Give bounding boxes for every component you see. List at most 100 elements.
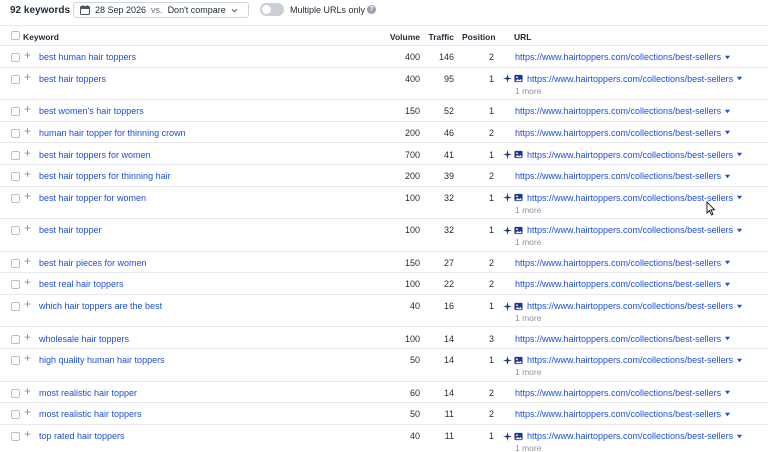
column-volume[interactable]: Volume — [384, 32, 420, 42]
add-keyword-icon[interactable]: + — [24, 147, 31, 159]
add-keyword-icon[interactable]: + — [24, 428, 31, 440]
multiple-urls-toggle[interactable] — [260, 3, 284, 16]
add-keyword-icon[interactable]: + — [24, 255, 31, 267]
row-checkbox[interactable] — [11, 107, 20, 117]
url-link[interactable]: https://www.hairtoppers.com/collections/… — [515, 409, 721, 419]
row-checkbox[interactable] — [11, 356, 20, 366]
add-keyword-icon[interactable]: + — [24, 71, 31, 83]
add-keyword-icon[interactable]: + — [24, 190, 31, 202]
url-link[interactable]: https://www.hairtoppers.com/collections/… — [515, 388, 721, 398]
row-checkbox[interactable] — [11, 226, 20, 236]
url-cell: https://www.hairtoppers.com/collections/… — [515, 128, 731, 138]
url-link[interactable]: https://www.hairtoppers.com/collections/… — [515, 128, 721, 138]
chevron-down-icon[interactable] — [736, 357, 743, 364]
more-urls-link[interactable]: 1 more — [515, 237, 541, 247]
keyword-link[interactable]: top rated hair toppers — [39, 431, 125, 441]
add-keyword-icon[interactable]: + — [24, 385, 31, 397]
more-urls-link[interactable]: 1 more — [515, 86, 541, 96]
column-position[interactable]: Position — [462, 32, 496, 42]
table-row: + best hair topper for women 100 32 1 https:/… — [0, 187, 768, 220]
chevron-down-icon[interactable] — [736, 194, 743, 201]
url-link[interactable]: https://www.hairtoppers.com/collections/… — [515, 106, 721, 116]
select-all-checkbox[interactable] — [11, 31, 20, 40]
add-keyword-icon[interactable]: + — [24, 352, 31, 364]
more-urls-link[interactable]: 1 more — [515, 367, 541, 377]
chevron-down-icon[interactable] — [724, 108, 731, 115]
keyword-link[interactable]: best hair topper for women — [39, 193, 146, 203]
date-compare-button[interactable]: 28 Sep 2026 vs. Don't compare — [73, 2, 249, 18]
url-link[interactable]: https://www.hairtoppers.com/collections/… — [527, 355, 733, 365]
keyword-link[interactable]: best hair toppers for thinning hair — [39, 171, 171, 181]
add-keyword-icon[interactable]: + — [24, 406, 31, 418]
keyword-link[interactable]: most realistic hair toppers — [39, 409, 142, 419]
row-checkbox[interactable] — [11, 193, 20, 203]
column-traffic[interactable]: Traffic — [424, 32, 454, 42]
url-link[interactable]: https://www.hairtoppers.com/collections/… — [527, 225, 733, 235]
chevron-down-icon[interactable] — [724, 259, 731, 266]
add-keyword-icon[interactable]: + — [24, 298, 31, 310]
url-link[interactable]: https://www.hairtoppers.com/collections/… — [527, 74, 733, 84]
row-checkbox[interactable] — [11, 74, 20, 84]
url-link[interactable]: https://www.hairtoppers.com/collections/… — [515, 171, 721, 181]
keyword-link[interactable]: best women's hair toppers — [39, 106, 144, 116]
add-keyword-icon[interactable]: + — [24, 125, 31, 137]
row-checkbox[interactable] — [11, 410, 20, 420]
url-link[interactable]: https://www.hairtoppers.com/collections/… — [527, 301, 733, 311]
chevron-down-icon[interactable] — [736, 303, 743, 310]
keyword-link[interactable]: wholesale hair toppers — [39, 334, 129, 344]
row-checkbox[interactable] — [11, 388, 20, 398]
chevron-down-icon[interactable] — [724, 129, 731, 136]
chevron-down-icon[interactable] — [736, 227, 743, 234]
add-keyword-icon[interactable]: + — [24, 331, 31, 343]
row-checkbox[interactable] — [11, 53, 20, 62]
column-url[interactable]: URL — [514, 32, 531, 42]
row-checkbox[interactable] — [11, 150, 20, 160]
keyword-link[interactable]: best human hair toppers — [39, 52, 136, 62]
keyword-link[interactable]: human hair topper for thinning crown — [39, 128, 186, 138]
more-urls-link[interactable]: 1 more — [515, 443, 541, 452]
more-urls-link[interactable]: 1 more — [515, 313, 541, 323]
chevron-down-icon[interactable] — [724, 389, 731, 396]
add-keyword-icon[interactable]: + — [24, 103, 31, 115]
url-link[interactable]: https://www.hairtoppers.com/collections/… — [515, 334, 721, 344]
chevron-down-icon[interactable] — [724, 281, 731, 288]
add-keyword-icon[interactable]: + — [24, 168, 31, 180]
traffic-value: 95 — [443, 73, 454, 84]
more-urls-link[interactable]: 1 more — [515, 205, 541, 215]
chevron-down-icon[interactable] — [736, 433, 743, 440]
row-checkbox[interactable] — [11, 432, 20, 441]
chevron-down-icon[interactable] — [724, 411, 731, 418]
url-link[interactable]: https://www.hairtoppers.com/collections/… — [527, 193, 733, 203]
row-checkbox[interactable] — [11, 334, 20, 344]
url-link[interactable]: https://www.hairtoppers.com/collections/… — [527, 150, 733, 160]
url-link[interactable]: https://www.hairtoppers.com/collections/… — [515, 52, 721, 62]
keyword-link[interactable]: best hair toppers for women — [39, 150, 151, 160]
volume-value: 100 — [404, 333, 420, 344]
help-icon[interactable]: ? — [367, 5, 376, 14]
add-keyword-icon[interactable]: + — [24, 49, 31, 61]
chevron-down-icon[interactable] — [736, 75, 743, 82]
chevron-down-icon[interactable] — [724, 335, 731, 342]
row-checkbox[interactable] — [11, 172, 20, 182]
chevron-down-icon[interactable] — [724, 173, 731, 180]
url-link[interactable]: https://www.hairtoppers.com/collections/… — [515, 279, 721, 289]
keyword-link[interactable]: best hair toppers — [39, 74, 106, 84]
url-link[interactable]: https://www.hairtoppers.com/collections/… — [515, 258, 721, 268]
keyword-link[interactable]: best hair pieces for women — [39, 258, 147, 268]
keyword-link[interactable]: best real hair toppers — [39, 279, 124, 289]
row-checkbox[interactable] — [11, 302, 20, 312]
keyword-link[interactable]: which hair toppers are the best — [39, 301, 162, 311]
chevron-down-icon[interactable] — [736, 151, 743, 158]
add-keyword-icon[interactable]: + — [24, 276, 31, 288]
row-checkbox[interactable] — [11, 258, 20, 268]
table-row: + which hair toppers are the best 40 16 1 htt… — [0, 295, 768, 328]
row-checkbox[interactable] — [11, 280, 20, 290]
chevron-down-icon[interactable] — [724, 54, 731, 61]
url-link[interactable]: https://www.hairtoppers.com/collections/… — [527, 431, 733, 441]
row-checkbox[interactable] — [11, 128, 20, 138]
keyword-link[interactable]: most realistic hair topper — [39, 388, 137, 398]
column-keyword[interactable]: Keyword — [23, 32, 59, 42]
keyword-link[interactable]: high quality human hair toppers — [39, 355, 165, 365]
keyword-link[interactable]: best hair topper — [39, 225, 102, 235]
add-keyword-icon[interactable]: + — [24, 222, 31, 234]
